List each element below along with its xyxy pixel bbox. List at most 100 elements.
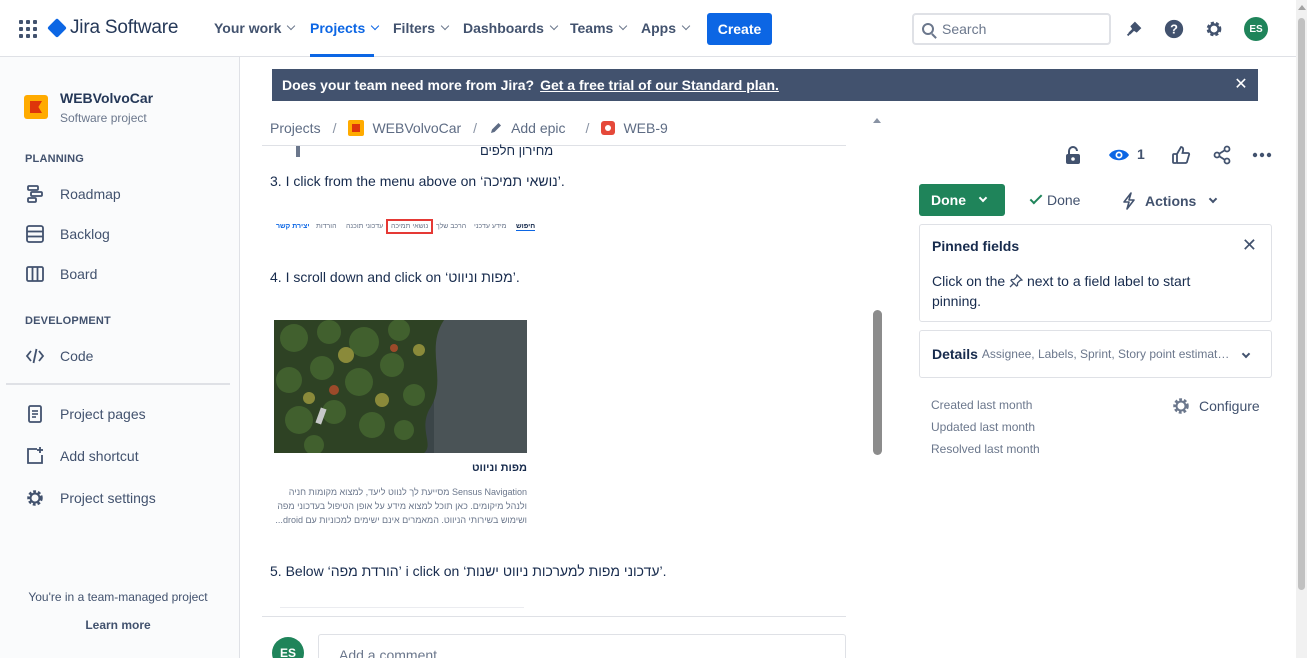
nav-projects[interactable]: Projects [310, 20, 380, 36]
sidebar-item-label: Add shortcut [60, 448, 139, 464]
sidebar-item-label: Backlog [60, 226, 110, 242]
project-avatar-icon [348, 120, 365, 136]
sidebar-item-project-settings[interactable]: Project settings [24, 484, 224, 512]
sidebar-item-label: Board [60, 266, 98, 282]
chevron-down-icon [440, 21, 450, 31]
user-avatar[interactable]: ES [1244, 17, 1268, 41]
breadcrumb: Projects / WEBVolvoCar / Add epic / WEB-… [270, 120, 668, 136]
search-icon [922, 23, 934, 35]
embedded-menu-screenshot: חיפוש מידע עדכני הרכב שלך נושאי תמיכה עד… [274, 219, 536, 237]
sidebar-item-add-shortcut[interactable]: Add shortcut [24, 442, 224, 470]
status-dropdown-button[interactable]: Done [919, 184, 1005, 216]
scroll-up-arrow-icon[interactable] [873, 118, 881, 123]
sidebar-item-label: Code [60, 348, 94, 364]
development-heading: DEVELOPMENT [25, 315, 111, 327]
chevron-down-icon [287, 21, 296, 31]
breadcrumb-project[interactable]: WEBVolvoCar [372, 120, 461, 136]
actions-label: Actions [1145, 193, 1197, 209]
chevron-down-icon [681, 21, 691, 31]
planning-heading: PLANNING [25, 153, 85, 165]
configure-button[interactable]: Configure [1171, 396, 1260, 416]
team-managed-note: You're in a team-managed project [28, 590, 208, 604]
pinned-fields-title: Pinned fields [932, 238, 1020, 254]
thumbs-up-icon[interactable] [1170, 144, 1192, 166]
nav-your-work[interactable]: Your work [214, 20, 296, 36]
image-caption-body: Sensus Navigation מסייעת לך לנווט ליעד, … [275, 487, 527, 525]
sidebar-item-code[interactable]: Code [24, 342, 224, 370]
sidebar-item-backlog[interactable]: Backlog [24, 220, 224, 248]
menu-strip-item: הרכב שלך [436, 223, 467, 230]
nav-teams[interactable]: Teams [570, 20, 628, 36]
menu-strip-item: הורדות [316, 223, 337, 230]
app-switcher-icon[interactable] [19, 20, 37, 38]
breadcrumb-issue-key[interactable]: WEB-9 [623, 120, 667, 136]
top-navigation: Jira Software Your work Projects Filters… [0, 0, 1296, 57]
breadcrumb-separator: / [585, 120, 590, 136]
search-input[interactable]: Search [912, 13, 1111, 45]
add-shortcut-icon [24, 445, 46, 467]
help-icon[interactable]: ? [1163, 18, 1185, 40]
status-label: Done [931, 192, 966, 208]
chevron-down-icon [978, 193, 988, 203]
close-icon[interactable]: ✕ [1234, 77, 1248, 93]
comment-input[interactable]: Add a comment... [318, 634, 846, 658]
share-icon[interactable] [1211, 144, 1233, 166]
nav-dashboards[interactable]: Dashboards [463, 20, 559, 36]
banner-trial-link[interactable]: Get a free trial of our Standard plan. [540, 77, 779, 93]
scroll-up-arrow-icon[interactable] [1298, 5, 1306, 10]
project-name: WEBVolvoCar [60, 90, 154, 106]
breadcrumb-separator: / [332, 120, 337, 136]
sidebar-item-label: Project pages [60, 406, 146, 422]
pencil-icon [491, 123, 502, 133]
sidebar-item-project-pages[interactable]: Project pages [24, 400, 224, 428]
lock-icon[interactable] [1062, 144, 1084, 166]
watch-eye-icon[interactable] [1108, 144, 1130, 166]
resolution-indicator: Done [1029, 191, 1080, 208]
jira-logo[interactable]: Jira Software [47, 17, 179, 39]
sidebar-item-roadmap[interactable]: Roadmap [24, 180, 224, 208]
menu-strip-item: חיפוש [516, 223, 536, 231]
settings-gear-icon[interactable] [1203, 18, 1225, 40]
page-scrollbar-thumb[interactable] [1298, 18, 1305, 590]
content-scrollbar[interactable] [873, 310, 882, 455]
description-step-5: 5. Below ‘הורדת מפה’ i click on ‘עדכוני … [270, 563, 667, 579]
details-fields-summary: Assignee, Labels, Sprint, Story point es… [981, 347, 1234, 361]
description-partial-line: מחירון חלפים [480, 143, 554, 158]
sidebar-divider [6, 383, 230, 385]
project-sidebar: WEBVolvoCar Software project PLANNING Ro… [0, 57, 240, 658]
bug-icon [601, 121, 616, 135]
details-section[interactable]: Details Assignee, Labels, Sprint, Story … [919, 330, 1272, 378]
created-date: Created last month [931, 398, 1033, 412]
embedded-image-edge [280, 607, 524, 608]
code-icon [24, 345, 46, 367]
notifications-icon[interactable] [1123, 18, 1145, 40]
active-nav-indicator [310, 54, 374, 57]
create-button[interactable]: Create [707, 13, 772, 45]
learn-more-link[interactable]: Learn more [0, 618, 236, 632]
banner-text: Does your team need more from Jira? [282, 77, 535, 93]
configure-label: Configure [1199, 398, 1260, 414]
resolved-date: Resolved last month [931, 442, 1040, 456]
breadcrumb-add-epic[interactable]: Add epic [511, 120, 565, 136]
roadmap-icon [24, 183, 46, 205]
board-icon [24, 263, 46, 285]
description-step-4: 4. I scroll down and click on ‘מפות וניו… [270, 269, 520, 285]
nav-apps[interactable]: Apps [641, 20, 691, 36]
comment-avatar: ES [272, 637, 304, 658]
chevron-down-icon [549, 21, 559, 31]
pinned-fields-panel: Pinned fields ✕ Click on the next to a f… [919, 224, 1272, 322]
sidebar-item-board[interactable]: Board [24, 260, 224, 288]
sidebar-item-label: Roadmap [60, 186, 121, 202]
description-step-3: 3. I click from the menu above on ‘נושאי… [270, 173, 565, 189]
actions-dropdown-button[interactable]: Actions [1121, 192, 1218, 210]
product-name: Jira Software [70, 17, 179, 38]
close-icon[interactable]: ✕ [1242, 236, 1257, 254]
more-options-icon[interactable] [1251, 144, 1273, 166]
aerial-forest-image [274, 320, 527, 453]
content-divider [262, 145, 846, 146]
nav-filters[interactable]: Filters [393, 20, 450, 36]
breadcrumb-projects[interactable]: Projects [270, 120, 321, 136]
upgrade-banner: Does your team need more from Jira? Get … [272, 69, 1258, 101]
chevron-down-icon [371, 21, 380, 31]
watch-count[interactable]: 1 [1137, 146, 1145, 162]
